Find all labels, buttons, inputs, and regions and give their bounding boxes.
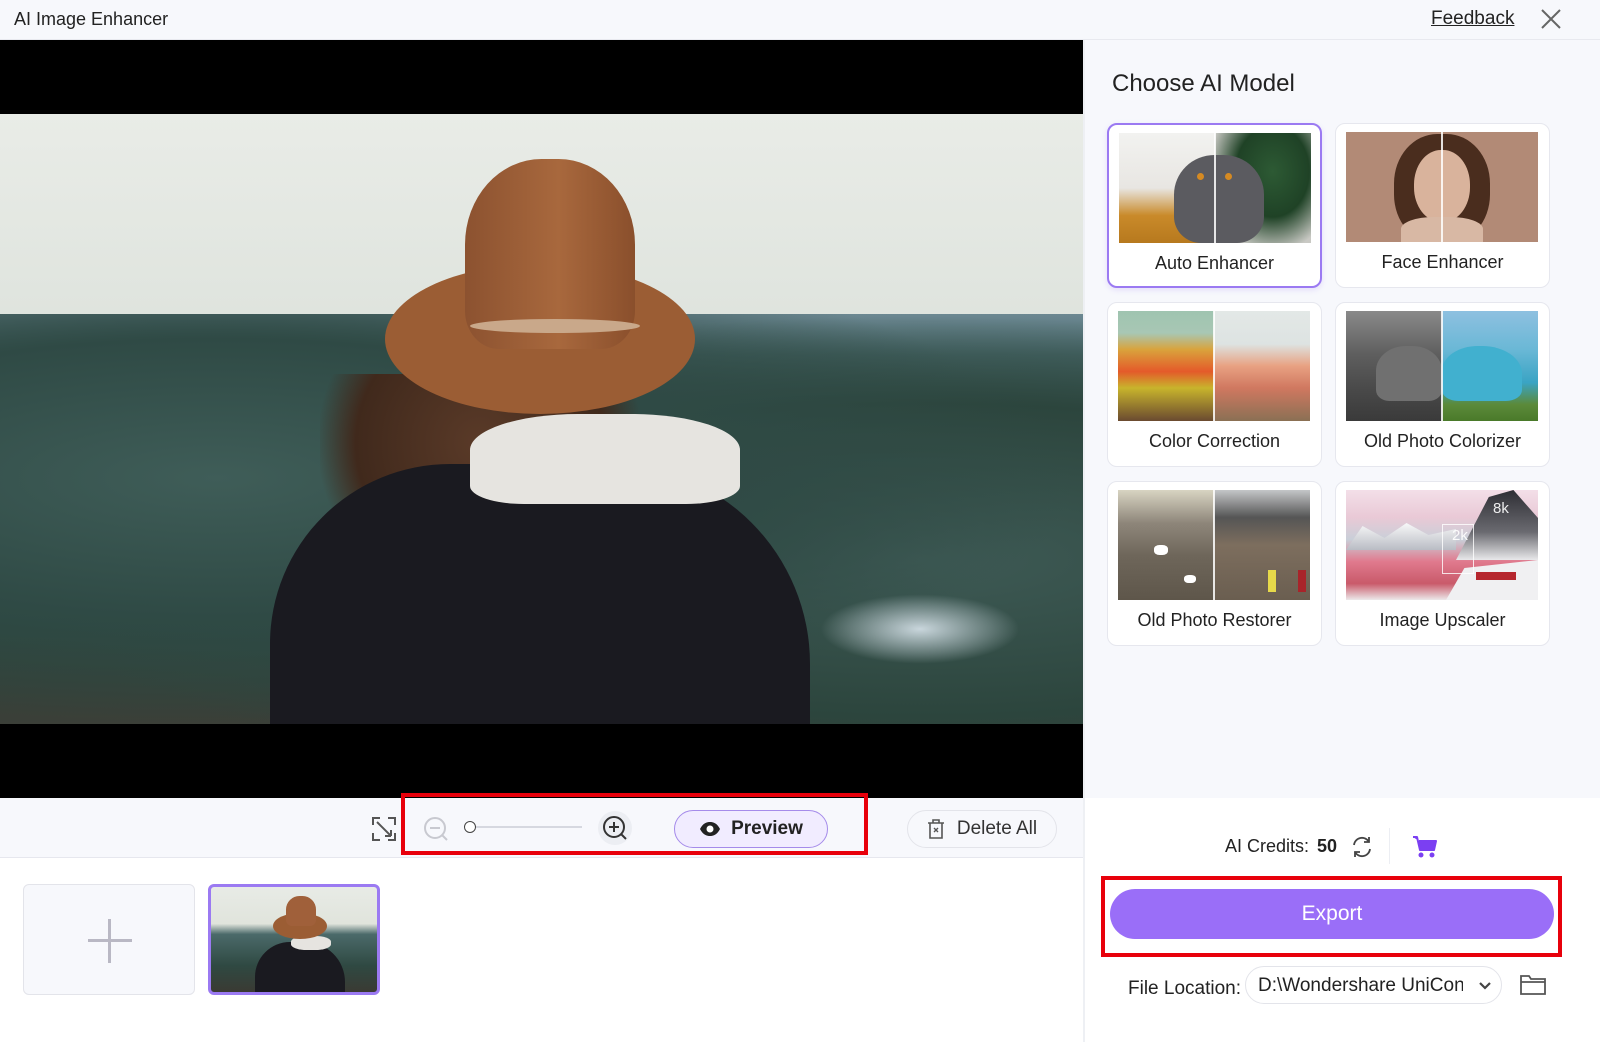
model-card-face-enhancer[interactable]: Face Enhancer xyxy=(1335,123,1550,288)
close-button[interactable] xyxy=(1536,4,1566,34)
zoom-in-icon xyxy=(603,816,627,840)
auto-enhancer-preview-image xyxy=(1119,133,1311,243)
model-card-image-upscaler[interactable]: 2k 8k Image Upscaler xyxy=(1335,481,1550,646)
title-bar: AI Image Enhancer Feedback xyxy=(0,0,1600,40)
model-label: Color Correction xyxy=(1148,431,1281,451)
file-location-value: D:\Wondershare UniConverter xyxy=(1258,975,1463,996)
model-label: Old Photo Colorizer xyxy=(1363,431,1522,451)
panel-title: Choose AI Model xyxy=(1112,70,1295,97)
folder-icon xyxy=(1520,975,1546,995)
model-card-old-photo-colorizer[interactable]: Old Photo Colorizer xyxy=(1335,302,1550,467)
image-upscaler-preview-image: 2k 8k xyxy=(1346,490,1538,600)
old-photo-restorer-preview-image xyxy=(1118,490,1310,600)
upscale-badge-8k: 8k xyxy=(1493,500,1509,517)
face-enhancer-preview-image xyxy=(1346,132,1538,242)
preview-label: Preview xyxy=(731,818,803,839)
eye-icon xyxy=(700,822,721,836)
upscale-badge-2k: 2k xyxy=(1452,527,1468,544)
refresh-credits-button[interactable] xyxy=(1349,834,1375,860)
refresh-icon xyxy=(1353,836,1371,858)
thumbnail-item-selected[interactable] xyxy=(208,884,380,995)
open-folder-button[interactable] xyxy=(1519,972,1547,996)
model-card-old-photo-restorer[interactable]: Old Photo Restorer xyxy=(1107,481,1322,646)
zoom-slider-handle[interactable] xyxy=(464,821,476,833)
file-location-label: File Location: xyxy=(1128,978,1242,999)
cart-icon xyxy=(1413,836,1437,858)
model-label: Auto Enhancer xyxy=(1154,253,1275,273)
image-preview-canvas xyxy=(0,40,1083,798)
delete-all-button[interactable]: Delete All xyxy=(907,810,1057,848)
model-card-color-correction[interactable]: Color Correction xyxy=(1107,302,1322,467)
close-icon xyxy=(1541,9,1561,29)
color-correction-preview-image xyxy=(1118,311,1310,421)
trash-icon xyxy=(927,819,944,839)
ai-model-panel: Choose AI Model Auto Enhancer Face Enhan… xyxy=(1085,40,1600,798)
fit-screen-icon xyxy=(372,817,396,841)
zoom-slider-track xyxy=(470,826,582,828)
feedback-link[interactable]: Feedback xyxy=(1431,8,1514,30)
old-photo-colorizer-preview-image xyxy=(1346,311,1538,421)
ai-credits: AI Credits: 50 xyxy=(1225,836,1337,857)
fit-screen-button[interactable] xyxy=(370,815,398,843)
delete-all-label: Delete All xyxy=(956,818,1038,839)
zoom-out-button[interactable] xyxy=(422,815,450,843)
buy-credits-button[interactable] xyxy=(1411,834,1439,860)
preview-toolbar: Preview Delete All xyxy=(0,798,1083,858)
file-location-dropdown[interactable]: D:\Wondershare UniConverter xyxy=(1245,966,1502,1004)
export-button[interactable]: Export xyxy=(1110,889,1554,939)
preview-image xyxy=(0,114,1083,724)
app-title: AI Image Enhancer xyxy=(14,9,169,29)
zoom-in-button[interactable] xyxy=(598,811,632,845)
export-panel: AI Credits: 50 Export File Location: D:\… xyxy=(1085,798,1600,1042)
model-label: Image Upscaler xyxy=(1379,610,1506,630)
credits-label: AI Credits: xyxy=(1225,836,1310,856)
credits-value: 50 xyxy=(1317,836,1338,856)
zoom-slider[interactable] xyxy=(464,820,582,834)
model-label: Old Photo Restorer xyxy=(1137,610,1292,630)
chevron-down-icon xyxy=(1479,982,1491,990)
preview-button[interactable]: Preview xyxy=(674,810,828,848)
add-image-button[interactable] xyxy=(23,884,195,995)
model-card-auto-enhancer[interactable]: Auto Enhancer xyxy=(1107,123,1322,288)
thumbnail-strip xyxy=(0,859,1083,1042)
zoom-out-icon xyxy=(424,817,448,841)
model-label: Face Enhancer xyxy=(1381,252,1504,272)
credits-divider xyxy=(1389,828,1390,864)
